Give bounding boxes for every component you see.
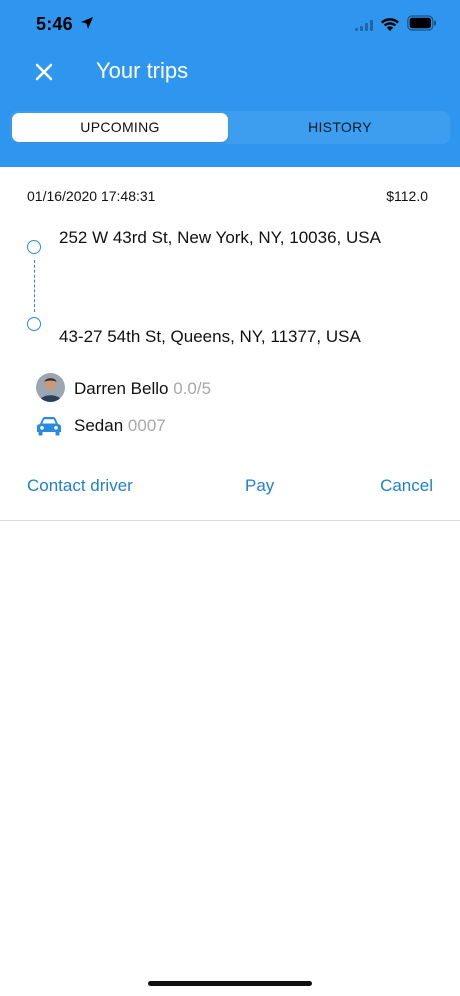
vehicle-plate: 0007 (127, 416, 166, 435)
dropoff-dot-icon (27, 317, 41, 331)
vehicle-info: Sedan 0007 (74, 416, 166, 436)
pickup-address: 252 W 43rd St, New York, NY, 10036, USA (59, 228, 381, 247)
contact-driver-button[interactable]: Contact driver (27, 476, 133, 496)
driver-avatar (36, 373, 65, 402)
page-title: Your trips (96, 58, 189, 83)
status-bar: 5:46 (0, 0, 460, 50)
battery-icon (407, 15, 436, 31)
tab-upcoming[interactable]: UPCOMING (12, 113, 228, 142)
status-time: 5:46 (36, 14, 73, 34)
driver-rating: 0.0/5 (173, 379, 212, 398)
pickup-dot-icon (27, 240, 41, 254)
cancel-button[interactable]: Cancel (380, 476, 433, 496)
trip-tabs: UPCOMING HISTORY (10, 111, 450, 144)
tab-history[interactable]: HISTORY (232, 113, 448, 142)
driver-info: Darren Bello 0.0/5 (74, 379, 211, 399)
car-icon (37, 417, 61, 436)
location-arrow-icon (81, 17, 93, 29)
dropoff-address: 43-27 54th St, Queens, NY, 11377, USA (59, 327, 361, 346)
cellular-signal-icon (355, 20, 373, 31)
close-icon[interactable] (28, 56, 60, 88)
header-bar: 5:46 Your trips UPCOMING HISTORY (0, 0, 460, 167)
wifi-icon (381, 18, 399, 31)
driver-name: Darren Bello (74, 379, 169, 398)
route-line (34, 260, 35, 312)
trip-price: $112.0 (386, 188, 428, 204)
pay-button[interactable]: Pay (245, 476, 274, 496)
vehicle-type: Sedan (74, 416, 124, 435)
trip-datetime: 01/16/2020 17:48:31 (27, 188, 156, 204)
home-indicator[interactable] (148, 981, 312, 986)
card-divider (0, 520, 460, 521)
